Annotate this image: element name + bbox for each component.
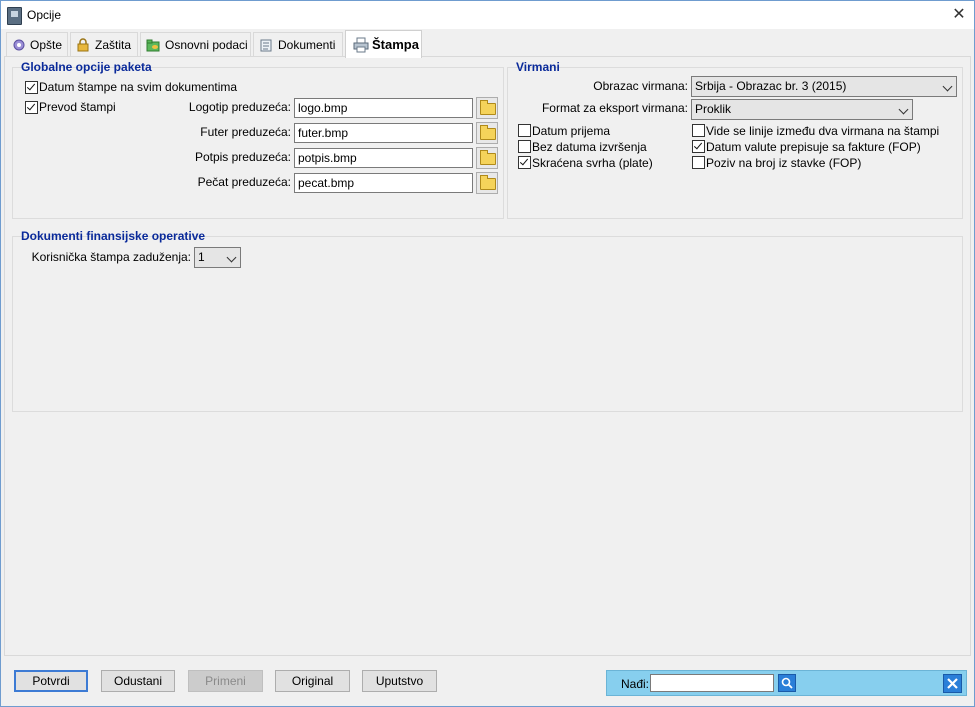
chevron-down-icon bbox=[942, 81, 953, 92]
tab-dokumenti[interactable]: Dokumenti bbox=[253, 32, 343, 56]
close-window-button[interactable]: ✕ bbox=[945, 3, 973, 27]
vide-linije-checkbox[interactable] bbox=[692, 124, 705, 137]
printer-icon bbox=[353, 37, 369, 53]
folder-icon bbox=[480, 100, 496, 115]
pecat-browse-button[interactable] bbox=[476, 172, 498, 194]
tab-osnovni-podaci[interactable]: Osnovni podaci bbox=[140, 32, 251, 56]
poziv-na-broj-checkbox[interactable] bbox=[692, 156, 705, 169]
original-button[interactable]: Original bbox=[275, 670, 350, 692]
logo-browse-button[interactable] bbox=[476, 97, 498, 119]
chevron-down-icon bbox=[226, 252, 237, 263]
tab-label: Zaštita bbox=[95, 38, 132, 52]
tab-label: Osnovni podaci bbox=[165, 38, 248, 52]
folder-icon bbox=[480, 125, 496, 140]
format-value: Proklik bbox=[695, 102, 732, 116]
folder-database-icon bbox=[146, 39, 160, 52]
virmani-title: Virmani bbox=[516, 60, 560, 74]
tab-label: Štampa bbox=[372, 37, 419, 52]
primeni-button[interactable]: Primeni bbox=[188, 670, 263, 692]
uputstvo-button[interactable]: Uputstvo bbox=[362, 670, 437, 692]
gear-icon bbox=[13, 39, 25, 51]
logo-field[interactable]: logo.bmp bbox=[294, 98, 473, 118]
datum-stampe-checkbox[interactable] bbox=[25, 81, 38, 94]
zaduzenja-label: Korisnička štampa zaduženja: bbox=[31, 250, 191, 264]
futer-browse-button[interactable] bbox=[476, 122, 498, 144]
obrazac-value: Srbija - Obrazac br. 3 (2015) bbox=[695, 79, 847, 93]
potvrdi-button[interactable]: Potvrdi bbox=[14, 670, 88, 692]
find-input[interactable] bbox=[650, 674, 774, 692]
zaduzenja-select[interactable]: 1 bbox=[194, 247, 241, 268]
obrazac-label: Obrazac virmana: bbox=[593, 79, 688, 93]
find-label: Nađi: bbox=[621, 677, 650, 691]
tab-stampa[interactable]: Štampa bbox=[345, 30, 422, 58]
datum-valute-label: Datum valute prepisuje sa fakture (FOP) bbox=[706, 140, 921, 154]
tab-opste[interactable]: Opšte bbox=[6, 32, 68, 56]
find-search-button[interactable] bbox=[778, 674, 796, 692]
tab-label: Opšte bbox=[30, 38, 63, 52]
lock-icon bbox=[77, 38, 89, 52]
skracena-svrha-checkbox[interactable] bbox=[518, 156, 531, 169]
prevod-stampi-checkbox[interactable] bbox=[25, 101, 38, 114]
odustani-button[interactable]: Odustani bbox=[101, 670, 175, 692]
pecat-field[interactable]: pecat.bmp bbox=[294, 173, 473, 193]
finansije-title: Dokumenti finansijske operative bbox=[21, 229, 206, 243]
datum-prijema-label: Datum prijema bbox=[532, 124, 611, 138]
close-icon bbox=[947, 678, 958, 689]
vide-linije-label: Vide se linije između dva virmana na šta… bbox=[706, 124, 940, 138]
datum-prijema-checkbox[interactable] bbox=[518, 124, 531, 137]
logo-label: Logotip preduzeća: bbox=[188, 100, 291, 114]
title-bar: Opcije ✕ bbox=[1, 1, 974, 29]
bez-datuma-checkbox[interactable] bbox=[518, 140, 531, 153]
global-options-title: Globalne opcije paketa bbox=[21, 60, 152, 74]
document-icon bbox=[260, 39, 272, 52]
futer-label: Futer preduzeća: bbox=[200, 125, 291, 139]
bez-datuma-label: Bez datuma izvršenja bbox=[532, 140, 647, 154]
potpis-field[interactable]: potpis.bmp bbox=[294, 148, 473, 168]
folder-icon bbox=[480, 175, 496, 190]
find-bar: Nađi: bbox=[606, 670, 967, 696]
pecat-label: Pečat preduzeća: bbox=[197, 175, 291, 189]
window-title: Opcije bbox=[27, 8, 62, 22]
potpis-browse-button[interactable] bbox=[476, 147, 498, 169]
options-window: Opcije ✕ Opšte Zaštita Osnovni podaci Do… bbox=[0, 0, 975, 707]
futer-field[interactable]: futer.bmp bbox=[294, 123, 473, 143]
format-select[interactable]: Proklik bbox=[691, 99, 913, 120]
tab-label: Dokumenti bbox=[278, 38, 336, 52]
app-icon bbox=[7, 7, 22, 25]
potpis-label: Potpis preduzeća: bbox=[194, 150, 291, 164]
find-close-button[interactable] bbox=[943, 674, 962, 693]
search-icon bbox=[781, 677, 793, 689]
prevod-stampi-label: Prevod štampi bbox=[39, 100, 116, 114]
datum-valute-checkbox[interactable] bbox=[692, 140, 705, 153]
poziv-na-broj-label: Poziv na broj iz stavke (FOP) bbox=[706, 156, 862, 170]
obrazac-select[interactable]: Srbija - Obrazac br. 3 (2015) bbox=[691, 76, 957, 97]
skracena-svrha-label: Skraćena svrha (plate) bbox=[532, 156, 653, 170]
zaduzenja-value: 1 bbox=[198, 250, 205, 264]
format-label: Format za eksport virmana: bbox=[541, 101, 688, 115]
datum-stampe-label: Datum štampe na svim dokumentima bbox=[39, 80, 238, 94]
chevron-down-icon bbox=[898, 104, 909, 115]
tab-zastita[interactable]: Zaštita bbox=[70, 32, 138, 56]
folder-icon bbox=[480, 150, 496, 165]
